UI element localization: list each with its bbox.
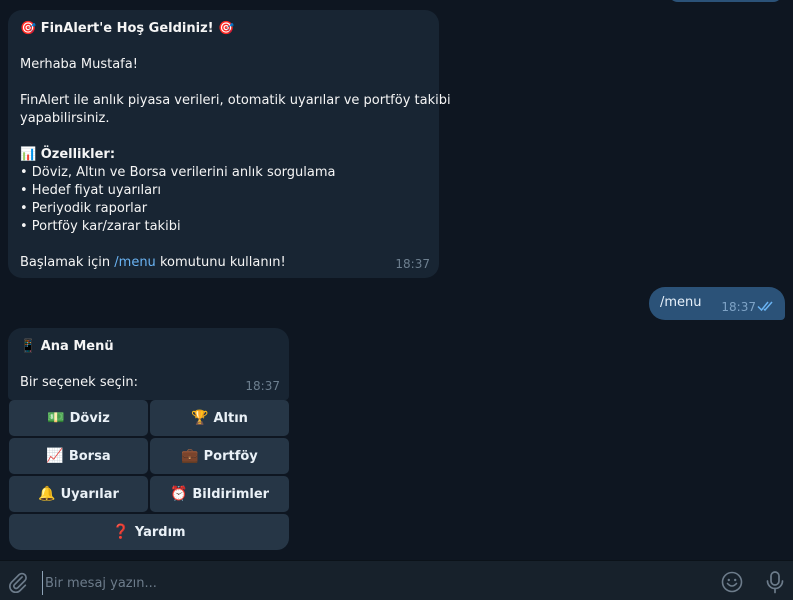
question-mark-icon: ❓	[112, 524, 130, 540]
menu-message: 📱 Ana Menü Bir seçenek seçin: 18:37	[8, 328, 289, 400]
message-input-wrapper	[42, 571, 687, 595]
uyarilar-button[interactable]: 🔔 Uyarılar	[9, 476, 148, 512]
money-icon: 💵	[47, 410, 65, 426]
yardim-button[interactable]: ❓ Yardım	[9, 514, 289, 550]
alarm-clock-icon: ⏰	[169, 486, 188, 502]
message-input[interactable]	[42, 571, 687, 595]
bildirimler-button[interactable]: ⏰ Bildirimler	[150, 476, 289, 512]
portfoy-button[interactable]: 💼 Portföy	[150, 438, 289, 474]
chat-area[interactable]: 🎯 FinAlert'e Hoş Geldiniz! 🎯 Merhaba Mus…	[0, 0, 793, 558]
outgoing-text: /menu	[660, 295, 702, 310]
welcome-footer: Başlamak için /menu komutunu kullanın!	[20, 254, 427, 272]
feature-item: • Portföy kar/zarar takibi	[20, 219, 181, 234]
bildirimler-label: Bildirimler	[192, 486, 270, 502]
chart-up-icon: 📈	[46, 448, 64, 464]
paperclip-icon[interactable]	[7, 571, 29, 593]
borsa-button[interactable]: 📈 Borsa	[9, 438, 148, 474]
trophy-icon: 🏆	[191, 410, 209, 426]
doviz-label: Döviz	[69, 410, 110, 426]
message-composer	[0, 560, 793, 600]
microphone-icon[interactable]	[764, 570, 786, 594]
briefcase-icon: 💼	[181, 448, 199, 464]
welcome-message: 🎯 FinAlert'e Hoş Geldiniz! 🎯 Merhaba Mus…	[8, 10, 451, 278]
portfoy-label: Portföy	[203, 448, 258, 464]
yardim-label: Yardım	[134, 524, 186, 540]
doviz-button[interactable]: 💵 Döviz	[9, 400, 148, 436]
welcome-intro-line2: yapabilirsiniz.	[20, 111, 110, 126]
footer-suffix: komutunu kullanın!	[155, 255, 286, 270]
feature-item: • Döviz, Altın ve Borsa verilerini anlık…	[20, 165, 336, 180]
welcome-intro-line1: FinAlert ile anlık piyasa verileri, otom…	[20, 93, 451, 108]
features-title: 📊 Özellikler:	[20, 147, 116, 162]
altin-button[interactable]: 🏆 Altın	[150, 400, 289, 436]
menu-prompt: Bir seçenek seçin:	[20, 375, 138, 390]
altin-label: Altın	[213, 410, 248, 426]
menu-title: 📱 Ana Menü	[20, 339, 114, 354]
footer-prefix: Başlamak için	[20, 255, 115, 270]
borsa-label: Borsa	[68, 448, 111, 464]
feature-item: • Periyodik raporlar	[20, 201, 148, 216]
message-time: 18:37	[245, 379, 280, 393]
bell-icon: 🔔	[38, 486, 56, 502]
welcome-greeting: Merhaba Mustafa!	[20, 57, 138, 72]
message-time: 18:37	[395, 257, 430, 271]
feature-item: • Hedef fiyat uyarıları	[20, 183, 162, 198]
welcome-title: 🎯 FinAlert'e Hoş Geldiniz! 🎯	[20, 21, 235, 36]
emoji-icon[interactable]	[720, 570, 744, 594]
previous-message-bubble	[668, 0, 783, 2]
uyarilar-label: Uyarılar	[60, 486, 119, 502]
menu-command-link[interactable]: /menu	[114, 255, 156, 270]
message-time: 18:37	[721, 300, 756, 314]
outgoing-message: /menu 18:37	[649, 287, 785, 320]
double-check-icon	[757, 301, 773, 312]
